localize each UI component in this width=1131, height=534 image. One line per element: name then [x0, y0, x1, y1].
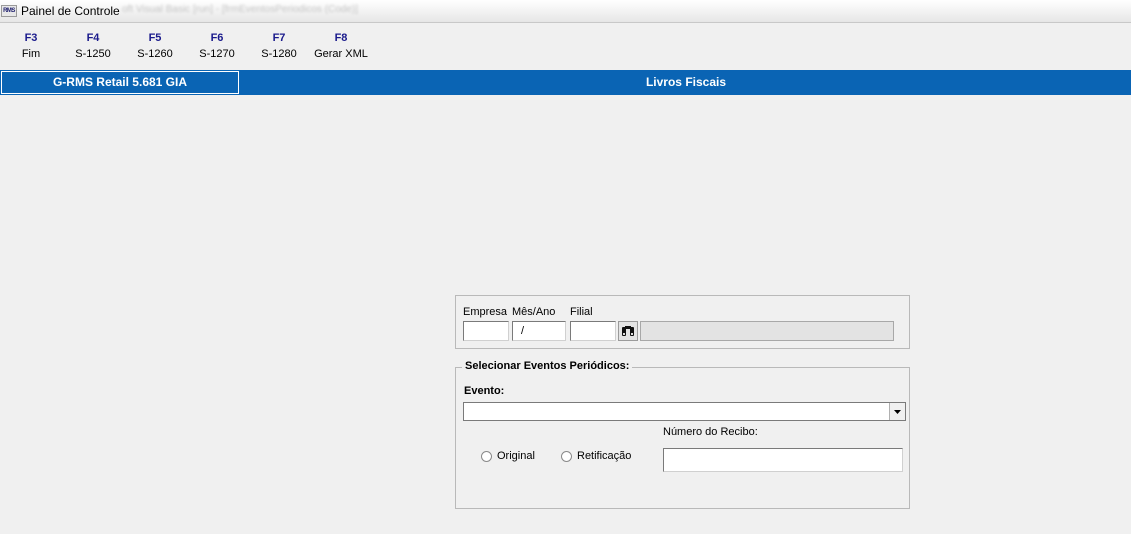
fkey-code: F4	[86, 32, 100, 44]
fkey-label: S-1270	[199, 48, 235, 60]
f5-s1260-button[interactable]: F5 S-1260	[134, 30, 176, 62]
f6-s1270-button[interactable]: F6 S-1270	[196, 30, 238, 62]
app-icon: RMS	[1, 5, 17, 17]
evento-dropdown-button[interactable]	[889, 403, 905, 420]
mes-ano-label: Mês/Ano	[512, 306, 556, 318]
filial-description-field	[640, 321, 894, 341]
window-title-bar: RMS Painel de Controle oft Visual Basic …	[0, 0, 1131, 23]
fkey-label: S-1260	[137, 48, 173, 60]
background-window-caption: oft Visual Basic [run] - [frmEventosPeri…	[122, 4, 359, 15]
empresa-label: Empresa	[463, 306, 508, 318]
retificacao-radio[interactable]	[561, 451, 572, 462]
fkey-code: F5	[148, 32, 162, 44]
f7-s1280-button[interactable]: F7 S-1280	[258, 30, 300, 62]
chevron-down-icon	[894, 410, 901, 414]
fkey-code: F8	[334, 32, 348, 44]
empresa-input[interactable]	[463, 321, 509, 341]
evento-select[interactable]	[463, 402, 906, 421]
original-radio-label[interactable]: Original	[497, 450, 535, 462]
fkey-code: F3	[24, 32, 38, 44]
binoculars-icon	[622, 326, 634, 336]
original-radio[interactable]	[481, 451, 492, 462]
fkey-label: Fim	[21, 48, 41, 60]
app-version-label: G-RMS Retail 5.681 GIA	[1, 71, 239, 94]
fkey-label: Gerar XML	[314, 48, 368, 60]
fkey-label: S-1250	[75, 48, 111, 60]
retificacao-radio-label[interactable]: Retificação	[577, 450, 631, 462]
fkey-code: F7	[272, 32, 286, 44]
mes-ano-input[interactable]: /	[512, 321, 566, 341]
filial-input[interactable]	[570, 321, 616, 341]
numero-recibo-input[interactable]	[663, 448, 903, 472]
evento-label: Evento:	[464, 385, 505, 397]
eventos-group-title: Selecionar Eventos Periódicos:	[462, 360, 633, 372]
f4-s1250-button[interactable]: F4 S-1250	[72, 30, 114, 62]
eventos-group	[455, 367, 910, 509]
f3-fim-button[interactable]: F3 Fim	[15, 30, 47, 62]
fkey-code: F6	[210, 32, 224, 44]
window-title: Painel de Controle	[21, 4, 120, 18]
numero-recibo-label: Número do Recibo:	[663, 426, 758, 438]
header-bar: G-RMS Retail 5.681 GIA Livros Fiscais	[0, 70, 1131, 95]
module-title: Livros Fiscais	[645, 75, 727, 89]
f8-gerar-xml-button[interactable]: F8 Gerar XML	[311, 30, 371, 62]
fkey-label: S-1280	[261, 48, 297, 60]
filial-label: Filial	[570, 306, 593, 318]
binoculars-search-button[interactable]	[618, 321, 638, 341]
